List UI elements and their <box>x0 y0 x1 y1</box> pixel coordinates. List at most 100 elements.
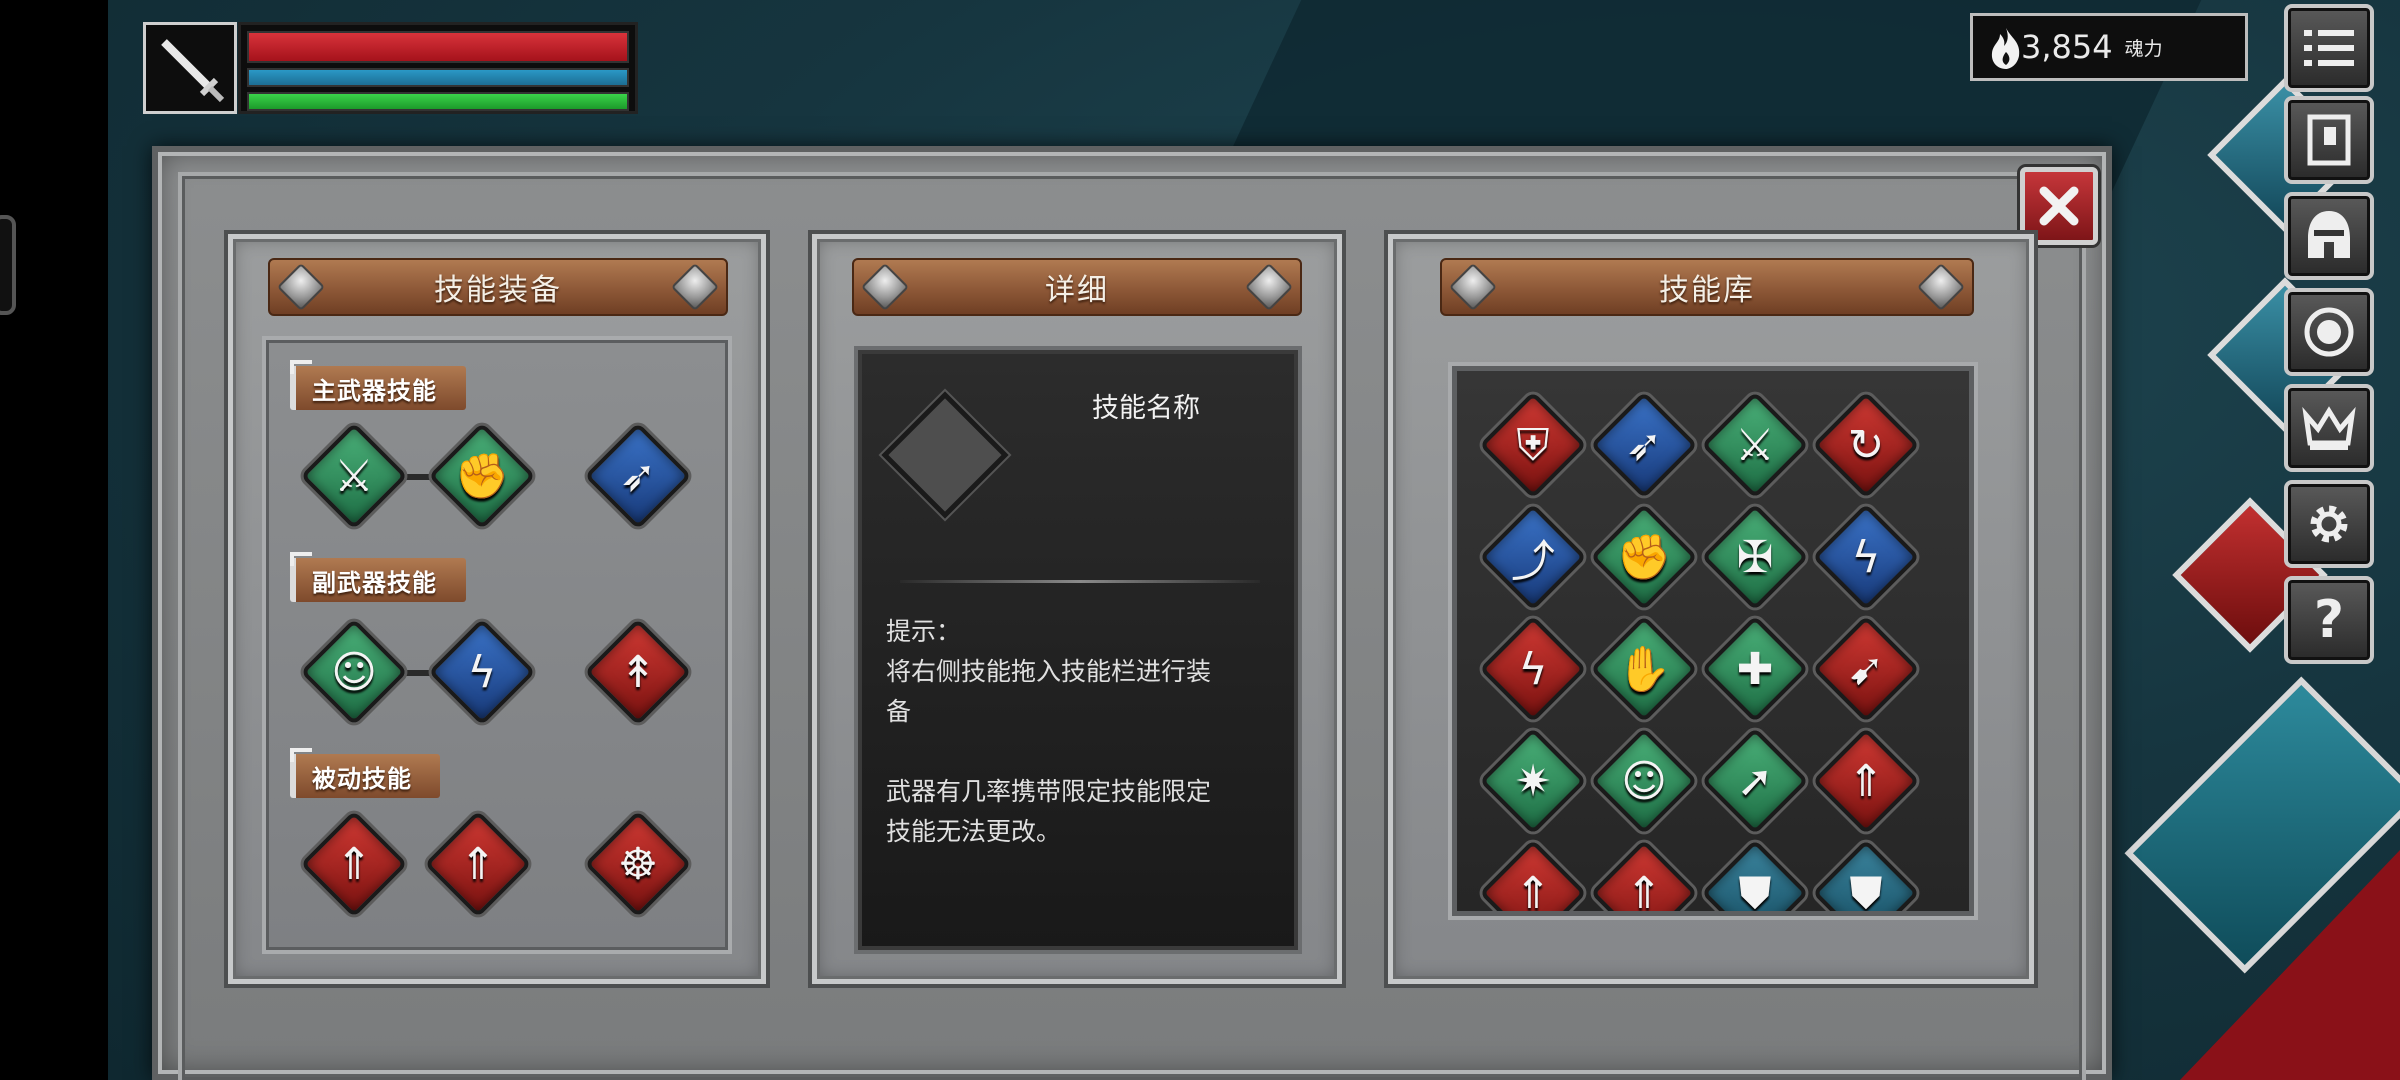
leap-icon: ⤴ <box>1511 536 1555 587</box>
help-button[interactable]: ? <box>2284 576 2374 664</box>
library-skill-1[interactable]: ⛨ <box>1479 391 1587 499</box>
equip-panel-title: 技能装备 <box>268 258 728 316</box>
bolt-icon <box>1916 262 1966 312</box>
bolt-icon <box>860 262 910 312</box>
menu-icon <box>2304 30 2354 66</box>
close-icon <box>2039 186 2079 226</box>
red-lightning-icon: ϟ <box>1518 643 1548 695</box>
sword-icon <box>161 39 225 103</box>
shield-upgrade-icon: ⛊ <box>1738 867 1772 916</box>
sword-upgrade-icon: ⇑ <box>1847 755 1885 807</box>
dash-icon: ➶ <box>619 450 657 502</box>
hint-line-2: 备 <box>886 697 912 726</box>
library-skill-15[interactable]: ➚ <box>1701 727 1809 835</box>
note-line-2: 技能无法更改。 <box>886 817 1062 846</box>
lunge-icon: ➹ <box>1847 643 1885 695</box>
fist-icon: ✊ <box>454 451 510 502</box>
bolt-icon <box>1244 262 1294 312</box>
shield-upgrade-icon: ⛊ <box>1849 867 1883 916</box>
soul-unit: 魂力 <box>2124 37 2163 60</box>
sub-skill-slot-3[interactable]: ↟ <box>584 618 692 726</box>
shield-slam-icon: ⛨ <box>1516 419 1550 471</box>
bolt-icon <box>276 262 326 312</box>
hint-title: 提示： <box>886 617 962 646</box>
map-button[interactable] <box>2284 96 2374 184</box>
library-skill-20[interactable]: ⛊ <box>1812 839 1920 916</box>
soul-count: 3,854 <box>2021 28 2113 66</box>
detail-panel-title-text: 详细 <box>1045 273 1109 308</box>
soul-currency: 3,854 魂力 <box>1970 13 2248 81</box>
double-axe-icon: ✠ <box>1736 531 1774 583</box>
crown-icon <box>2302 406 2356 450</box>
status-bars <box>238 22 638 114</box>
main-skill-slot-3[interactable]: ➶ <box>584 422 692 530</box>
library-skill-4[interactable]: ↻ <box>1812 391 1920 499</box>
fire-rune-icon: ☸ <box>618 838 658 890</box>
sword-upgrade-icon: ⇑ <box>1514 867 1552 916</box>
main-skill-slot-2[interactable]: ✊ <box>428 422 536 530</box>
library-skill-17[interactable]: ⇑ <box>1479 839 1587 916</box>
whirlwind-icon: ↻ <box>1847 419 1885 471</box>
sword-lightning-icon: ⚔ <box>334 450 374 502</box>
passive-skill-slot-2[interactable]: ⇑ <box>424 810 532 918</box>
passive-skill-slot-3[interactable]: ☸ <box>584 810 692 918</box>
library-skill-13[interactable]: ✷ <box>1479 727 1587 835</box>
library-skill-5[interactable]: ⤴ <box>1479 503 1587 611</box>
gear-icon <box>2310 505 2348 543</box>
detail-panel-title: 详细 <box>852 258 1302 316</box>
sub-skill-slot-2[interactable]: ϟ <box>428 618 536 726</box>
library-skill-9[interactable]: ϟ <box>1479 615 1587 723</box>
bolt-icon <box>670 262 720 312</box>
skills-button[interactable] <box>2284 288 2374 376</box>
sub-weapon-label: 副武器技能 <box>312 568 437 597</box>
hint-line-1: 将右侧技能拖入技能栏进行装 <box>886 657 1212 686</box>
sub-skill-slot-1[interactable]: ☺ <box>300 618 408 726</box>
sub-weapon-section-label: 副武器技能 <box>290 552 466 602</box>
skill-description: 提示： 将右侧技能拖入技能栏进行装 备 武器有几率携带限定技能限定 技能无法更改… <box>886 612 1276 852</box>
fist-icon: ✊ <box>1616 532 1672 583</box>
library-skill-7[interactable]: ✠ <box>1701 503 1809 611</box>
library-skill-11[interactable]: ✚ <box>1701 615 1809 723</box>
passive-section-label: 被动技能 <box>290 748 440 798</box>
library-skill-3[interactable]: ⚔ <box>1701 391 1809 499</box>
passive-label: 被动技能 <box>312 764 412 793</box>
library-skill-2[interactable]: ➶ <box>1590 391 1698 499</box>
brain-head-icon: ☺ <box>1621 755 1667 807</box>
skill-preview-icon <box>881 391 1009 519</box>
equipped-weapon-slot[interactable] <box>143 22 237 114</box>
skill-name: 技能名称 <box>1092 393 1200 424</box>
burst-icon: ✷ <box>1514 755 1552 807</box>
library-skill-8[interactable]: ϟ <box>1812 503 1920 611</box>
ranking-button[interactable] <box>2284 384 2374 472</box>
note-line-1: 武器有几率携带限定技能限定 <box>886 777 1212 806</box>
library-skill-10[interactable]: ✋ <box>1590 615 1698 723</box>
skill-library-grid[interactable]: ⛨ ➶ ⚔ ↻ ⤴ ✊ ✠ ϟ ϟ ✋ ✚ ➹ ✷ ☺ ➚ ⇑ ⇑ ⇑ ⛊ ⛊ <box>1452 366 1974 916</box>
health-bar <box>247 31 629 63</box>
library-skill-19[interactable]: ⛊ <box>1701 839 1809 916</box>
equipment-button[interactable] <box>2284 192 2374 280</box>
library-skill-14[interactable]: ☺ <box>1590 727 1698 835</box>
praying-hands-icon: ✋ <box>1616 644 1672 695</box>
menu-button[interactable] <box>2284 4 2374 92</box>
library-skill-12[interactable]: ➹ <box>1812 615 1920 723</box>
helmet-icon <box>2308 211 2350 258</box>
brain-head-icon: ☺ <box>331 646 377 698</box>
healer-icon: ✚ <box>1736 643 1774 695</box>
library-skill-16[interactable]: ⇑ <box>1812 727 1920 835</box>
sword-upgrade-icon: ⇑ <box>1625 867 1663 916</box>
sword-lightning-icon: ⚔ <box>1735 419 1775 471</box>
main-weapon-label: 主武器技能 <box>312 376 437 405</box>
sword-upgrade-icon: ⇑ <box>335 838 373 890</box>
library-panel-title-text: 技能库 <box>1659 273 1755 308</box>
library-skill-18[interactable]: ⇑ <box>1590 839 1698 916</box>
dash-icon: ➶ <box>1625 419 1663 471</box>
main-skill-slot-1[interactable]: ⚔ <box>300 422 408 530</box>
sword-upgrade-icon: ⇑ <box>459 838 497 890</box>
library-skill-6[interactable]: ✊ <box>1590 503 1698 611</box>
stamina-bar <box>247 92 629 111</box>
settings-button[interactable] <box>2284 480 2374 568</box>
detail-divider <box>900 580 1260 583</box>
flame-icon <box>1991 28 2020 69</box>
map-icon <box>2307 114 2351 166</box>
passive-skill-slot-1[interactable]: ⇑ <box>300 810 408 918</box>
